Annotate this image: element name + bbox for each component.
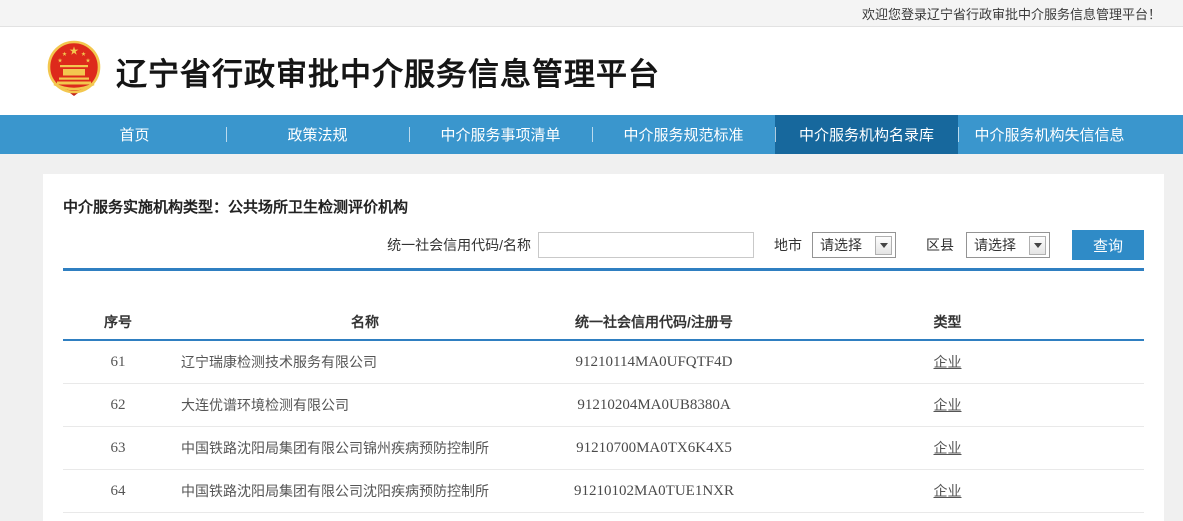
nav-item-label: 中介服务规范标准 — [623, 124, 743, 145]
row-number: 61 — [63, 354, 173, 371]
search-button[interactable]: 查询 — [1072, 230, 1144, 260]
section-title: 中介服务实施机构类型：公共场所卫生检测评价机构 — [63, 196, 1144, 217]
table-body: 61 辽宁瑞康检测技术服务有限公司 91210114MA0UFQTF4D 企业 … — [63, 341, 1144, 521]
credit-code: 91210204MA0UB8380A — [557, 397, 751, 414]
agency-name: 辽宁瑞康检测技术服务有限公司 — [173, 352, 557, 372]
agency-type: 企业 — [751, 438, 1144, 458]
nav-item[interactable]: 中介服务机构名录库 — [775, 115, 958, 154]
row-number: 64 — [63, 483, 173, 500]
table-row: 62 大连优谱环境检测有限公司 91210204MA0UB8380A 企业 — [63, 384, 1144, 427]
nav-item-label: 中介服务事项清单 — [440, 124, 560, 145]
table-header-row: 序号 名称 统一社会信用代码/注册号 类型 — [63, 305, 1144, 341]
district-select-value: 请选择 — [974, 235, 1016, 255]
site-title: 辽宁省行政审批中介服务信息管理平台 — [116, 49, 660, 94]
chevron-down-icon[interactable] — [875, 236, 892, 255]
credit-code: 91210114MA0UFQTF4D — [557, 354, 751, 371]
search-bar: 统一社会信用代码/名称 地市 请选择 区县 请选择 查询 — [63, 230, 1144, 260]
col-header-type: 类型 — [751, 312, 1144, 332]
district-select[interactable]: 请选择 — [966, 232, 1050, 258]
nav-item[interactable]: 中介服务机构失信信息 — [958, 115, 1141, 154]
nav-item-label: 首页 — [119, 124, 149, 145]
table-row: 64 中国铁路沈阳局集团有限公司沈阳疾病预防控制所 91210102MA0TUE… — [63, 470, 1144, 513]
credit-code: 91210700MA0TX6K4X5 — [557, 440, 751, 457]
city-label: 地市 — [774, 235, 802, 255]
agency-type: 企业 — [751, 395, 1144, 415]
city-select[interactable]: 请选择 — [812, 232, 896, 258]
code-search-label: 统一社会信用代码/名称 — [387, 235, 531, 255]
nav-item[interactable]: 政策法规 — [226, 115, 409, 154]
content-panel: 中介服务实施机构类型：公共场所卫生检测评价机构 统一社会信用代码/名称 地市 请… — [43, 174, 1164, 521]
welcome-text: 欢迎您登录辽宁省行政审批中介服务信息管理平台！ — [862, 4, 1161, 23]
agency-type-link[interactable]: 企业 — [934, 440, 962, 456]
agency-type: 企业 — [751, 352, 1144, 372]
divider — [63, 268, 1144, 271]
national-emblem-icon — [46, 40, 102, 102]
credit-code: 91210102MA0TUE1NXR — [557, 483, 751, 500]
agency-type-link[interactable]: 企业 — [934, 354, 962, 370]
col-header-code: 统一社会信用代码/注册号 — [557, 312, 751, 332]
agency-name: 大连优谱环境检测有限公司 — [173, 395, 557, 415]
agency-name: 中国铁路沈阳局集团有限公司锦州疾病预防控制所 — [173, 438, 557, 458]
nav-item[interactable]: 中介服务事项清单 — [409, 115, 592, 154]
nav-item[interactable]: 首页 — [43, 115, 226, 154]
agency-type-link[interactable]: 企业 — [934, 483, 962, 499]
row-number: 62 — [63, 397, 173, 414]
main-nav: 首页 政策法规 中介服务事项清单 中介服务规范标准 中介服务机构名录库 中介服务… — [0, 115, 1183, 154]
table-row: 61 辽宁瑞康检测技术服务有限公司 91210114MA0UFQTF4D 企业 — [63, 341, 1144, 384]
agency-name: 中国铁路沈阳局集团有限公司沈阳疾病预防控制所 — [173, 481, 557, 501]
code-search-input[interactable] — [538, 232, 754, 258]
site-header: 辽宁省行政审批中介服务信息管理平台 — [0, 27, 1183, 115]
chevron-down-icon[interactable] — [1029, 236, 1046, 255]
col-header-name: 名称 — [173, 312, 557, 332]
nav-item-label: 中介服务机构失信信息 — [974, 124, 1124, 145]
col-header-no: 序号 — [63, 312, 173, 332]
main-area: 中介服务实施机构类型：公共场所卫生检测评价机构 统一社会信用代码/名称 地市 请… — [0, 174, 1183, 521]
table-row: 65 丹东大苹环境检测有限公司 91210603MA0TU9KY9D 企业 — [63, 513, 1144, 521]
district-label: 区县 — [926, 235, 954, 255]
nav-item-label: 政策法规 — [287, 124, 347, 145]
agency-type: 企业 — [751, 481, 1144, 501]
nav-item-label: 中介服务机构名录库 — [799, 124, 934, 145]
nav-item[interactable]: 中介服务规范标准 — [592, 115, 775, 154]
row-number: 63 — [63, 440, 173, 457]
agency-table: 序号 名称 统一社会信用代码/注册号 类型 61 辽宁瑞康检测技术服务有限公司 … — [63, 305, 1144, 521]
topbar: 欢迎您登录辽宁省行政审批中介服务信息管理平台！ — [0, 0, 1183, 27]
table-row: 63 中国铁路沈阳局集团有限公司锦州疾病预防控制所 91210700MA0TX6… — [63, 427, 1144, 470]
city-select-value: 请选择 — [820, 235, 862, 255]
agency-type-link[interactable]: 企业 — [934, 397, 962, 413]
